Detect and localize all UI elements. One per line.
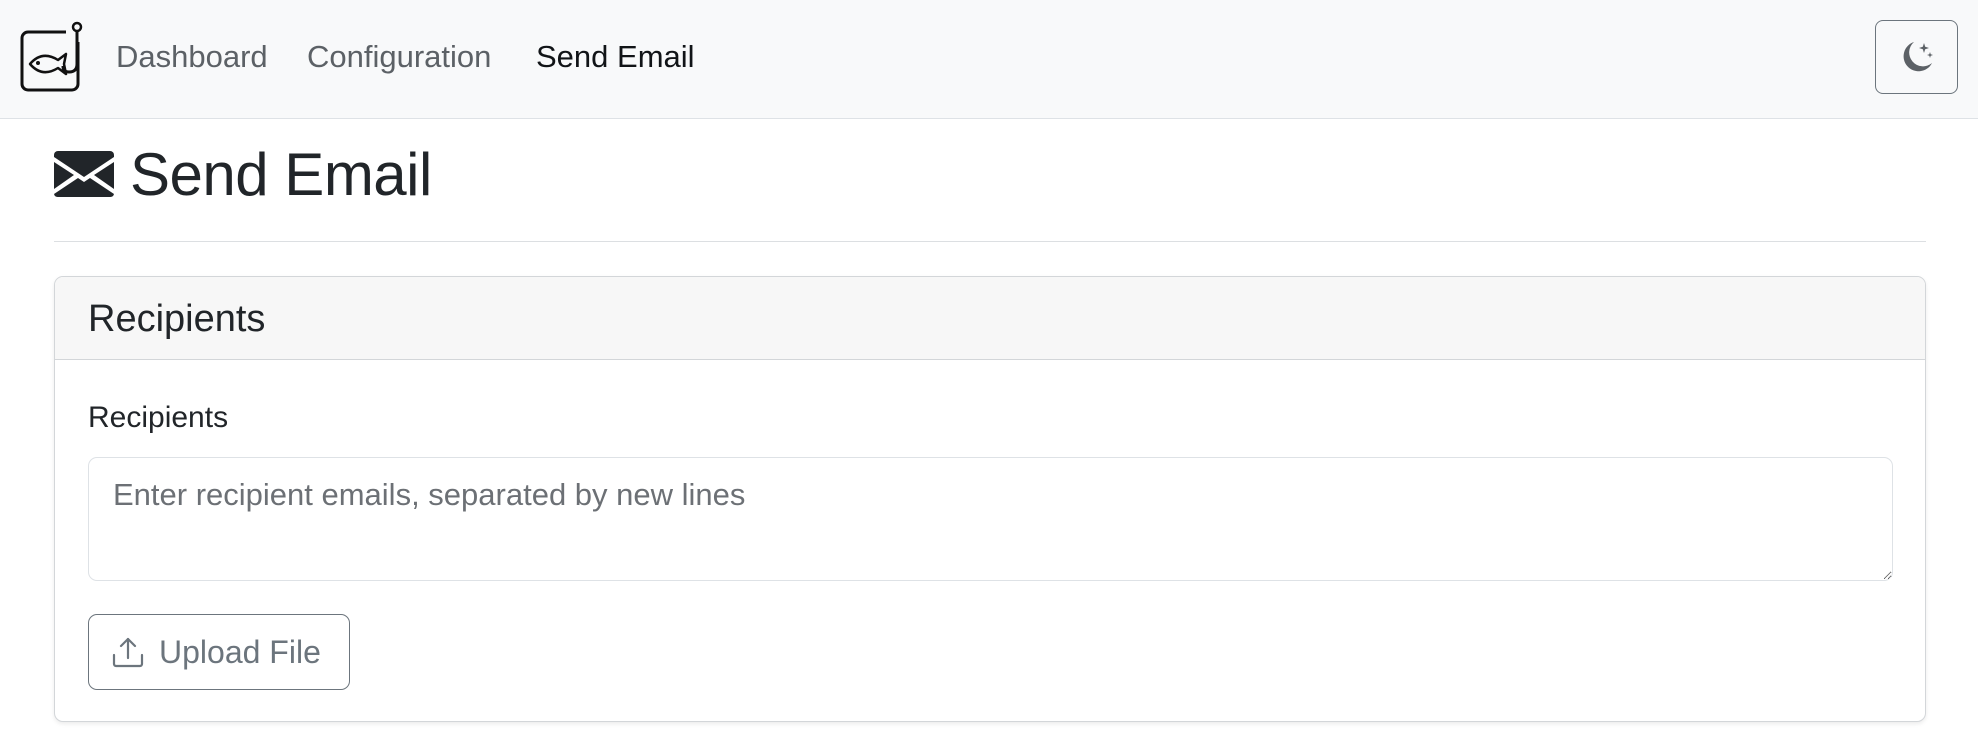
upload-icon xyxy=(112,637,144,668)
page-title: Send Email xyxy=(54,138,432,210)
top-navbar: Dashboard Configuration Send Email xyxy=(0,0,1978,119)
page-title-text: Send Email xyxy=(130,140,432,208)
brand-logo[interactable] xyxy=(20,20,86,94)
moon-stars-icon xyxy=(1903,42,1933,72)
recipients-label: Recipients xyxy=(88,401,229,434)
recipients-card: Recipients Recipients Upload File xyxy=(54,276,1926,722)
card-header-title: Recipients xyxy=(88,298,266,340)
upload-file-label: Upload File xyxy=(159,634,321,670)
theme-toggle-button[interactable] xyxy=(1875,20,1958,94)
recipients-textarea[interactable] xyxy=(88,457,1893,581)
nav-link-send-email[interactable]: Send Email xyxy=(536,38,695,76)
card-header: Recipients xyxy=(55,277,1925,360)
fish-hook-logo-icon xyxy=(20,21,83,92)
upload-file-button[interactable]: Upload File xyxy=(88,614,350,690)
nav-link-configuration[interactable]: Configuration xyxy=(307,38,491,76)
nav-link-dashboard[interactable]: Dashboard xyxy=(116,38,268,76)
title-divider xyxy=(54,241,1926,242)
envelope-icon xyxy=(54,151,114,197)
